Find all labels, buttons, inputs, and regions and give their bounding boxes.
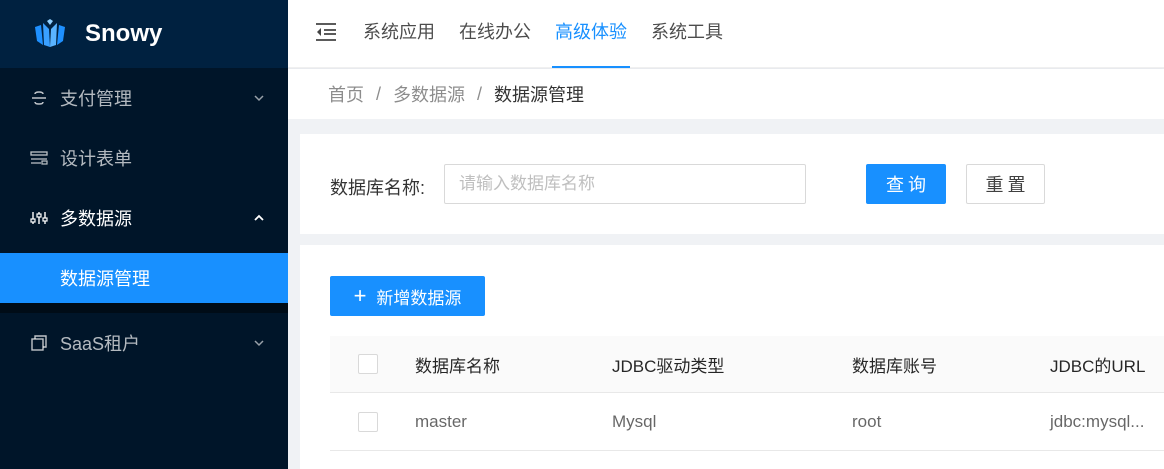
cell-db-name: master	[415, 411, 467, 431]
sidebar-item-label: 支付管理	[60, 89, 132, 109]
snowy-logo-icon	[33, 19, 67, 49]
submenu: 数据源管理	[0, 253, 288, 313]
sidebar-subitem-datasource-manage[interactable]: 数据源管理	[0, 253, 288, 303]
breadcrumb-home[interactable]: 首页	[328, 81, 364, 107]
sidebar-item-label: SaaS租户	[60, 334, 141, 354]
top-nav: 系统应用 在线办公 高级体验 系统工具	[363, 0, 747, 68]
app-name: Snowy	[85, 20, 163, 47]
breadcrumb-current: 数据源管理	[494, 85, 585, 105]
search-panel: 数据库名称: 查询 重置	[300, 134, 1164, 234]
logo[interactable]: Snowy	[0, 0, 288, 68]
reset-button[interactable]: 重置	[966, 164, 1045, 204]
chevron-up-icon	[254, 214, 264, 221]
row-checkbox[interactable]	[358, 411, 378, 432]
column-header-db-account: 数据库账号	[852, 356, 937, 376]
column-header-jdbc-url: JDBC的URL	[1050, 356, 1146, 376]
chevron-down-icon	[254, 95, 264, 102]
select-all-checkbox[interactable]	[358, 354, 378, 374]
sidebar-item-label: 设计表单	[60, 149, 132, 169]
menu-fold-icon[interactable]	[314, 22, 338, 42]
topnav-item-advanced-experience[interactable]: 高级体验	[552, 0, 630, 68]
db-name-label: 数据库名称:	[330, 178, 426, 198]
cell-jdbc-url: jdbc:mysql...	[1050, 411, 1145, 431]
db-name-search-input[interactable]	[444, 164, 806, 204]
form-icon	[30, 149, 48, 167]
sidebar-item-saas-tenant[interactable]: SaaS租户	[0, 313, 288, 373]
breadcrumb-separator: /	[376, 83, 382, 104]
strikethrough-icon	[30, 89, 48, 107]
sidebar: Snowy 支付管理 设计表单 多数据源 数据源管理 SaaS租户	[0, 0, 288, 469]
sidebar-item-payment[interactable]: 支付管理	[0, 68, 288, 128]
topnav-item-system-apps[interactable]: 系统应用	[363, 0, 435, 68]
column-header-jdbc-driver: JDBC驱动类型	[612, 356, 725, 376]
sidebar-subitem-label: 数据源管理	[60, 269, 150, 289]
chevron-down-icon	[254, 340, 264, 347]
query-button[interactable]: 查询	[866, 164, 946, 204]
sidebar-item-label: 多数据源	[60, 209, 132, 229]
block-icon	[30, 334, 48, 352]
topnav-item-online-office[interactable]: 在线办公	[459, 0, 531, 68]
sidebar-item-multi-datasource[interactable]: 多数据源	[0, 188, 288, 248]
breadcrumb-separator: /	[477, 83, 483, 104]
add-datasource-label: 新增数据源	[376, 288, 462, 308]
table-row[interactable]: master Mysql root jdbc:mysql...	[330, 393, 1164, 451]
sliders-icon	[30, 209, 48, 227]
breadcrumb: 首页 / 多数据源 / 数据源管理	[288, 69, 1164, 119]
cell-jdbc-driver: Mysql	[612, 411, 657, 431]
table-header-row: 数据库名称 JDBC驱动类型 数据库账号 JDBC的URL	[330, 336, 1164, 393]
sidebar-item-design-form[interactable]: 设计表单	[0, 128, 288, 188]
plus-icon: +	[353, 283, 367, 308]
table-panel: + 新增数据源 数据库名称 JDBC驱动类型 数据库账号 JDBC的URL ma…	[300, 245, 1164, 469]
breadcrumb-multi-datasource[interactable]: 多数据源	[393, 81, 465, 107]
top-header: 系统应用 在线办公 高级体验 系统工具	[288, 0, 1164, 68]
topnav-item-system-tools[interactable]: 系统工具	[651, 0, 723, 68]
datasource-table: 数据库名称 JDBC驱动类型 数据库账号 JDBC的URL master Mys…	[330, 336, 1164, 451]
column-header-db-name: 数据库名称	[415, 356, 500, 376]
cell-db-account: root	[852, 411, 882, 431]
add-datasource-button[interactable]: + 新增数据源	[330, 276, 485, 316]
